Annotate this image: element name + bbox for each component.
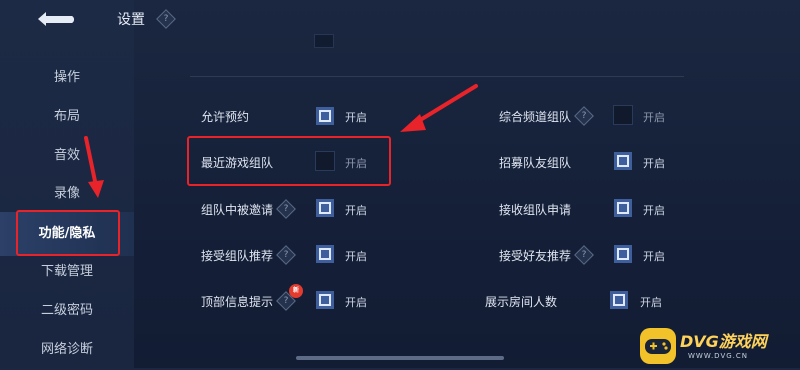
gamepad-icon bbox=[640, 328, 676, 364]
annotation-arrows bbox=[84, 84, 478, 198]
annotation-arrow-sidebar bbox=[84, 136, 104, 198]
annotation-arrow-right bbox=[400, 84, 478, 132]
watermark-url: WWW.DVG.CN bbox=[688, 352, 749, 360]
horizontal-scrollbar[interactable] bbox=[296, 356, 504, 360]
watermark-logo: DVG游戏网 WWW.DVG.CN bbox=[640, 326, 798, 366]
watermark-title: DVG游戏网 bbox=[680, 332, 767, 351]
